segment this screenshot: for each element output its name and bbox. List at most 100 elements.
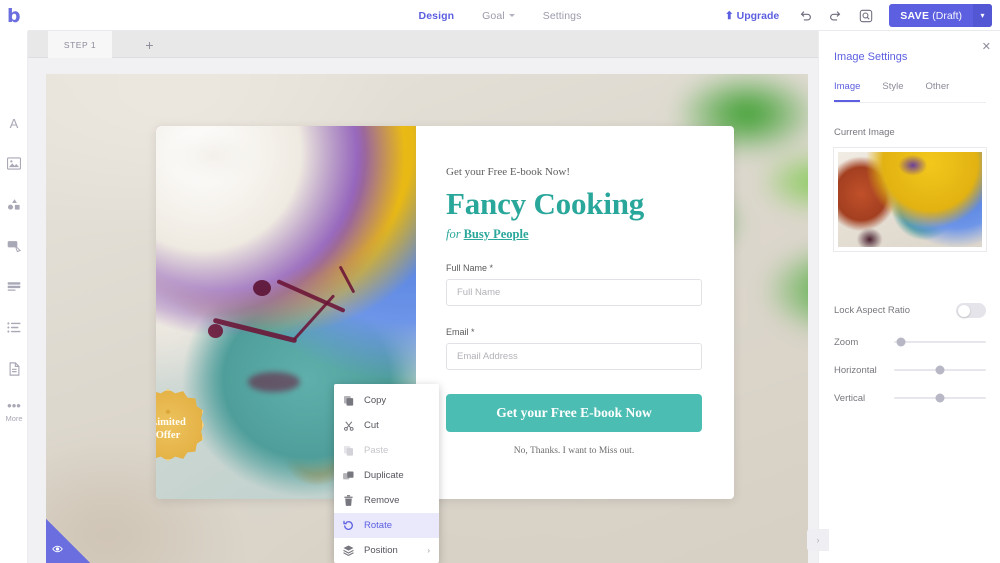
context-menu-label-rotate: Rotate <box>364 520 392 531</box>
zoom-slider-label: Zoom <box>834 336 859 348</box>
subline-prefix: for <box>446 227 461 241</box>
panel-collapse-handle[interactable]: › <box>807 529 829 551</box>
limited-offer-badge[interactable]: ★ Limited Offer <box>156 389 204 461</box>
context-menu-item-copy[interactable]: Copy <box>334 388 439 413</box>
undo-icon[interactable] <box>796 6 815 25</box>
fullname-input[interactable]: Full Name <box>446 279 702 306</box>
add-step-button[interactable]: + <box>112 31 187 58</box>
text-icon: A <box>9 116 19 131</box>
context-menu-item-position[interactable]: Position › <box>334 538 439 563</box>
sidebar-item-form[interactable] <box>0 349 28 390</box>
redo-icon[interactable] <box>826 6 845 25</box>
tab-style[interactable]: Style <box>882 81 903 102</box>
save-button-main[interactable]: SAVE (Draft) <box>889 4 973 27</box>
vertical-slider-row: Vertical <box>834 390 986 406</box>
more-icon: ••• <box>7 397 21 413</box>
lock-aspect-ratio-row: Lock Aspect Ratio <box>834 303 986 318</box>
preview-search-icon[interactable] <box>856 6 875 25</box>
sidebar-item-list[interactable] <box>0 308 28 349</box>
page-headline[interactable]: Fancy Cooking <box>446 187 702 221</box>
fullname-field-label: Full Name * <box>446 263 494 273</box>
context-menu-item-remove[interactable]: Remove <box>334 488 439 513</box>
current-image-thumbnail[interactable] <box>834 148 986 251</box>
shapes-icon <box>7 198 21 213</box>
preview-corner-tag[interactable] <box>46 519 90 563</box>
left-tool-rail: A ••• More <box>0 31 28 563</box>
context-menu-label-copy: Copy <box>364 395 387 406</box>
document-icon <box>8 361 21 378</box>
zoom-slider[interactable] <box>894 337 986 347</box>
email-field-label: Email * <box>446 327 475 337</box>
toggle-knob <box>957 304 970 317</box>
subline-link[interactable]: Busy People <box>464 227 529 241</box>
trash-icon <box>343 495 354 506</box>
zoom-slider-row: Zoom <box>834 334 986 350</box>
sidebar-item-image[interactable] <box>0 144 28 185</box>
vertical-slider-label: Vertical <box>834 392 866 404</box>
nav-label-design: Design <box>418 9 455 22</box>
button-click-icon <box>7 239 22 255</box>
scissors-icon <box>343 420 354 431</box>
layers-icon <box>343 545 354 556</box>
nav-item-settings[interactable]: Settings <box>542 8 583 24</box>
toolbar-actions: ⬆ Upgrade SAVE (Draft) ▾ <box>725 0 992 31</box>
thumbnail-photo <box>838 152 982 247</box>
context-menu-label-position: Position <box>364 545 398 556</box>
context-menu-item-rotate[interactable]: Rotate <box>334 513 439 538</box>
current-image-label: Current Image <box>834 127 895 138</box>
tab-image[interactable]: Image <box>834 81 861 102</box>
cta-button[interactable]: Get your Free E-book Now <box>446 394 702 432</box>
sidebar-item-divider[interactable] <box>0 267 28 308</box>
list-icon <box>7 321 21 336</box>
chevron-down-icon <box>508 14 515 18</box>
more-label: More <box>5 413 23 423</box>
horizontal-slider[interactable] <box>894 365 986 375</box>
nav-item-goal[interactable]: Goal <box>481 8 516 24</box>
context-menu: Copy Cut Paste Duplicate Remove Rotate P… <box>334 384 439 563</box>
close-icon[interactable]: ✕ <box>982 40 991 53</box>
decline-link[interactable]: No, Thanks. I want to Miss out. <box>446 446 702 456</box>
context-menu-item-duplicate[interactable]: Duplicate <box>334 463 439 488</box>
rotate-icon <box>343 520 354 531</box>
horizontal-slider-row: Horizontal <box>834 362 986 378</box>
badge-line-1: Limited <box>156 417 186 429</box>
lock-aspect-ratio-toggle[interactable] <box>956 303 986 318</box>
tab-other[interactable]: Other <box>926 81 950 102</box>
panel-tab-bar: Image Style Other <box>834 81 986 103</box>
image-settings-panel: ✕ Image Settings Image Style Other Curre… <box>807 31 1000 563</box>
lock-aspect-ratio-label: Lock Aspect Ratio <box>834 305 911 316</box>
sidebar-item-button[interactable] <box>0 226 28 267</box>
context-menu-label-remove: Remove <box>364 495 400 506</box>
context-menu-item-cut[interactable]: Cut <box>334 413 439 438</box>
divider-icon <box>7 280 21 295</box>
eyebrow-text[interactable]: Get your Free E-book Now! <box>446 166 702 178</box>
paste-icon <box>343 445 354 456</box>
landing-page-card: ★ Limited Offer Get your Free E-book Now… <box>156 126 734 499</box>
email-input[interactable]: Email Address <box>446 343 702 370</box>
nav-item-design[interactable]: Design <box>418 8 456 24</box>
page-subline[interactable]: for Busy People <box>446 227 702 242</box>
email-placeholder: Email Address <box>457 351 518 362</box>
upgrade-button[interactable]: ⬆ Upgrade <box>725 10 779 22</box>
save-button[interactable]: SAVE (Draft) ▾ <box>889 4 992 27</box>
vertical-slider-handle[interactable] <box>935 393 945 403</box>
badge-line-2: Offer <box>156 429 181 441</box>
sidebar-item-text[interactable]: A <box>0 103 28 144</box>
context-menu-label-cut: Cut <box>364 420 379 431</box>
horizontal-slider-handle[interactable] <box>935 365 945 375</box>
top-toolbar: b Design Goal Settings ⬆ Upgrade SAVE (D… <box>0 0 1000 31</box>
save-dropdown-caret-icon[interactable]: ▾ <box>973 4 992 27</box>
sidebar-item-more[interactable]: ••• More <box>0 390 28 431</box>
landing-page-content: Get your Free E-book Now! Fancy Cooking … <box>416 126 734 499</box>
chevron-right-icon: › <box>427 546 430 555</box>
sidebar-item-shapes[interactable] <box>0 185 28 226</box>
horizontal-slider-label: Horizontal <box>834 364 877 376</box>
star-icon: ★ <box>164 408 172 417</box>
fullname-placeholder: Full Name <box>457 287 501 298</box>
zoom-slider-handle[interactable] <box>896 337 906 347</box>
context-menu-label-duplicate: Duplicate <box>364 470 404 481</box>
vertical-slider[interactable] <box>894 393 986 403</box>
context-menu-label-paste: Paste <box>364 445 389 456</box>
tab-step-1[interactable]: STEP 1 <box>48 31 112 58</box>
nav-label-settings: Settings <box>542 9 582 22</box>
